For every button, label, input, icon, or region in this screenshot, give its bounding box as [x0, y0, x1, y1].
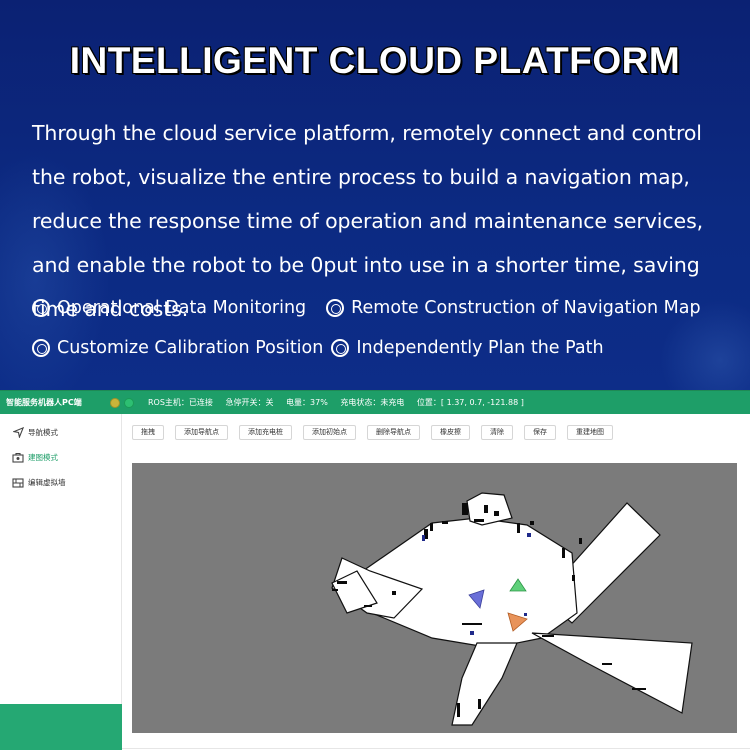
- bullseye-icon: [32, 299, 50, 317]
- position-readout: 位置：[ 1.37, 0.7, -121.88 ]: [416, 398, 524, 407]
- sidebar-item-edit-virtual-wall[interactable]: 编辑虚拟墙: [0, 470, 121, 495]
- app-window: 智能服务机器人PC端 ROS主机：已连接 急停开关：关 电量：37% 充电状态：…: [0, 390, 750, 750]
- add-charging-pile-button[interactable]: 添加充电桩: [239, 424, 292, 440]
- sidebar-item-label: 导航模式: [28, 428, 58, 437]
- eraser-button[interactable]: 橡皮擦: [431, 424, 470, 440]
- battery-status: 电量：37%: [286, 398, 328, 407]
- feature-list: Operational Data Monitoring Remote Const…: [32, 288, 732, 368]
- status-indicator-icon: [124, 397, 134, 408]
- connection-indicator-icon: [110, 397, 120, 408]
- rebuild-map-button[interactable]: 重建地图: [567, 424, 613, 440]
- map-free-space: [331, 492, 693, 726]
- feature-item: Independently Plan the Path: [331, 338, 604, 358]
- charging-status: 充电状态：未充电: [340, 398, 405, 407]
- sidebar: 导航模式 建图模式 编辑虚拟墙: [0, 414, 122, 750]
- sidebar-item-label: 编辑虚拟墙: [28, 478, 66, 487]
- bullseye-icon: [331, 339, 350, 357]
- map-canvas[interactable]: [132, 463, 737, 733]
- save-button[interactable]: 保存: [524, 424, 556, 440]
- delete-nav-point-button[interactable]: 删除导航点: [367, 424, 420, 440]
- virtual-wall-icon: [12, 477, 24, 489]
- sidebar-item-navigation-mode[interactable]: 导航模式: [0, 420, 121, 445]
- add-initial-point-button[interactable]: 添加初始点: [303, 424, 356, 440]
- hero-banner: INTELLIGENT CLOUD PLATFORM Through the c…: [0, 0, 750, 390]
- clear-button[interactable]: 清除: [481, 424, 513, 440]
- map-toolbar: 拖拽 添加导航点 添加充电桩 添加初始点 删除导航点 橡皮擦 清除 保存 重建地…: [132, 424, 624, 440]
- feature-item: Customize Calibration Position: [32, 338, 323, 358]
- status-bar: ROS主机：已连接 急停开关：关 电量：37% 充电状态：未充电 位置：[ 1.…: [148, 397, 534, 408]
- drag-button[interactable]: 拖拽: [132, 424, 164, 440]
- occupancy-map[interactable]: [132, 463, 737, 733]
- feature-item: Operational Data Monitoring: [32, 298, 306, 318]
- sidebar-footer-panel: [0, 704, 122, 750]
- estop-status: 急停开关：关: [225, 398, 274, 407]
- navigation-arrow-icon: [12, 427, 24, 439]
- bullseye-icon: [326, 299, 345, 317]
- bottom-divider: [122, 748, 750, 749]
- hero-title: INTELLIGENT CLOUD PLATFORM: [69, 39, 681, 82]
- add-nav-point-button[interactable]: 添加导航点: [175, 424, 228, 440]
- ros-status: ROS主机：已连接: [148, 398, 213, 407]
- feature-item: Remote Construction of Navigation Map: [326, 298, 701, 318]
- app-title-bar: 智能服务机器人PC端 ROS主机：已连接 急停开关：关 电量：37% 充电状态：…: [0, 391, 750, 414]
- sidebar-item-map-build-mode[interactable]: 建图模式: [0, 445, 121, 470]
- map-build-icon: [12, 452, 24, 464]
- bullseye-icon: [32, 339, 50, 357]
- sidebar-item-label: 建图模式: [28, 453, 58, 462]
- app-name: 智能服务机器人PC端: [6, 398, 82, 407]
